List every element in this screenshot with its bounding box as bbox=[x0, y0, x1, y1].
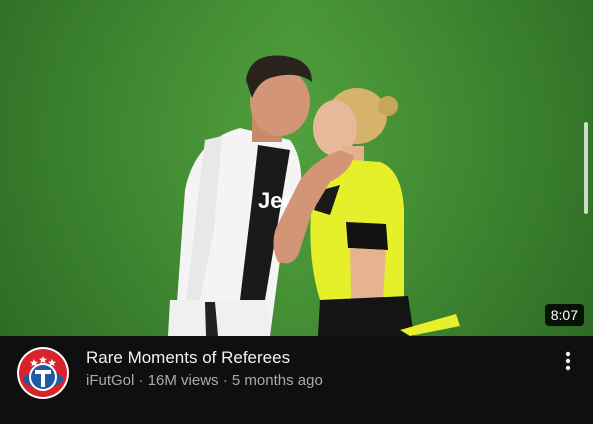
more-options-button[interactable] bbox=[556, 349, 580, 373]
channel-name[interactable]: iFutGol bbox=[86, 371, 134, 391]
scrollbar[interactable] bbox=[584, 122, 588, 214]
channel-avatar[interactable] bbox=[17, 347, 69, 399]
video-meta: iFutGol · 16M views · 5 months ago bbox=[86, 371, 323, 391]
video-title[interactable]: Rare Moments of Referees bbox=[86, 347, 290, 369]
view-count: 16M views bbox=[147, 372, 219, 389]
video-thumbnail[interactable]: Jeep 8:07 bbox=[0, 0, 593, 336]
ifutgol-logo-icon bbox=[17, 347, 69, 399]
video-info: Rare Moments of Referees iFutGol · 16M v… bbox=[0, 336, 593, 424]
video-card: Jeep 8:07 Rare Moments of Referees iFutG… bbox=[0, 0, 593, 424]
more-vert-icon bbox=[565, 351, 571, 371]
thumbnail-scene: Jeep bbox=[0, 0, 593, 336]
duration-badge: 8:07 bbox=[544, 304, 584, 326]
meta-separator: · bbox=[218, 372, 232, 389]
upload-age: 5 months ago bbox=[231, 372, 323, 389]
meta-separator: · bbox=[134, 372, 148, 389]
